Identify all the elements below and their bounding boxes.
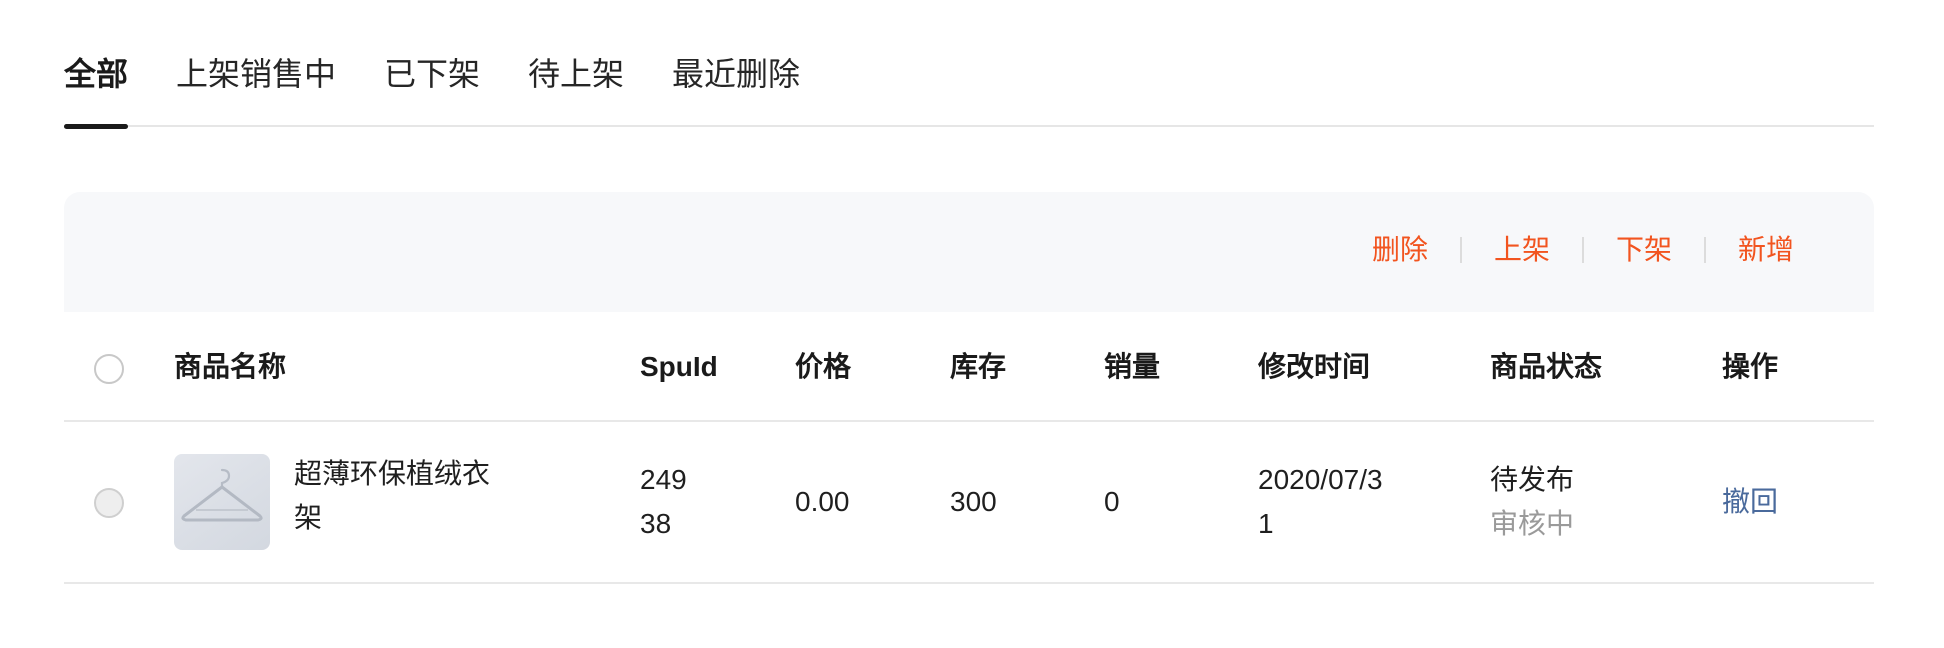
column-header-sales: 销量 <box>1104 351 1161 382</box>
tab-pending[interactable]: 待上架 <box>528 52 624 96</box>
status-cell: 待发布 审核中 <box>1490 458 1574 546</box>
divider <box>1581 237 1584 263</box>
modified-time-line: 1 <box>1258 508 1274 539</box>
spuid-line: 38 <box>640 508 672 539</box>
column-header-spuid: SpuId <box>640 351 718 382</box>
status-text: 待发布 <box>1490 464 1575 495</box>
tab-label: 上架销售中 <box>176 56 337 92</box>
column-header-modified-time: 修改时间 <box>1258 351 1371 382</box>
divider <box>1459 237 1462 263</box>
column-header-status: 商品状态 <box>1490 351 1603 382</box>
product-table: 商品名称 SpuId 价格 库存 销量 修改时间 商品状态 操作 超薄环保植绒衣… <box>64 312 1874 584</box>
product-name-line: 架 <box>294 502 323 533</box>
column-header-stock: 库存 <box>950 351 1007 382</box>
unshelve-button[interactable]: 下架 <box>1616 230 1672 270</box>
active-tab-indicator <box>64 124 128 129</box>
price-cell: 0.00 <box>795 486 850 517</box>
modified-time-line: 2020/07/3 <box>1258 464 1383 495</box>
stock-cell: 300 <box>950 486 997 517</box>
row-select-radio[interactable] <box>94 488 124 518</box>
sales-cell: 0 <box>1104 486 1120 517</box>
spuid-cell: 249 38 <box>640 458 687 546</box>
tab-label: 待上架 <box>528 56 625 92</box>
tab-on-sale[interactable]: 上架销售中 <box>176 52 336 96</box>
toolbar-actions: 删除 上架 下架 新增 <box>1372 230 1794 270</box>
table-row: 超薄环保植绒衣 架 249 38 0.00 300 0 2020/07/3 1 … <box>64 422 1874 584</box>
tab-label: 最近删除 <box>672 56 801 92</box>
tab-recently-deleted[interactable]: 最近删除 <box>672 52 800 96</box>
column-header-price: 价格 <box>795 351 852 382</box>
table-header: 商品名称 SpuId 价格 库存 销量 修改时间 商品状态 操作 <box>64 312 1874 422</box>
status-subtext: 审核中 <box>1490 508 1575 539</box>
spuid-line: 249 <box>640 464 687 495</box>
tab-label: 已下架 <box>384 56 481 92</box>
hanger-icon <box>181 468 263 522</box>
column-header-action: 操作 <box>1722 351 1779 382</box>
status-tabs: 全部 上架销售中 已下架 待上架 最近删除 <box>64 0 1874 129</box>
tab-all[interactable]: 全部 <box>64 52 129 129</box>
product-management-page: 全部 上架销售中 已下架 待上架 最近删除 删除 上架 下架 新增 商品名称 S… <box>0 0 1944 648</box>
product-thumbnail <box>174 454 270 550</box>
product-name-line: 超薄环保植绒衣 <box>294 458 491 489</box>
tab-label: 全部 <box>64 56 129 92</box>
shelve-button[interactable]: 上架 <box>1494 230 1550 270</box>
divider <box>1703 237 1706 263</box>
tab-off-shelf[interactable]: 已下架 <box>384 52 480 96</box>
column-header-name: 商品名称 <box>174 351 287 382</box>
add-button[interactable]: 新增 <box>1738 230 1794 270</box>
delete-button[interactable]: 删除 <box>1372 230 1428 270</box>
modified-time-cell: 2020/07/3 1 <box>1258 458 1383 546</box>
product-name[interactable]: 超薄环保植绒衣 架 <box>294 452 514 540</box>
select-all-radio[interactable] <box>94 354 124 384</box>
withdraw-link[interactable]: 撤回 <box>1722 480 1778 524</box>
action-toolbar: 删除 上架 下架 新增 <box>64 192 1874 312</box>
